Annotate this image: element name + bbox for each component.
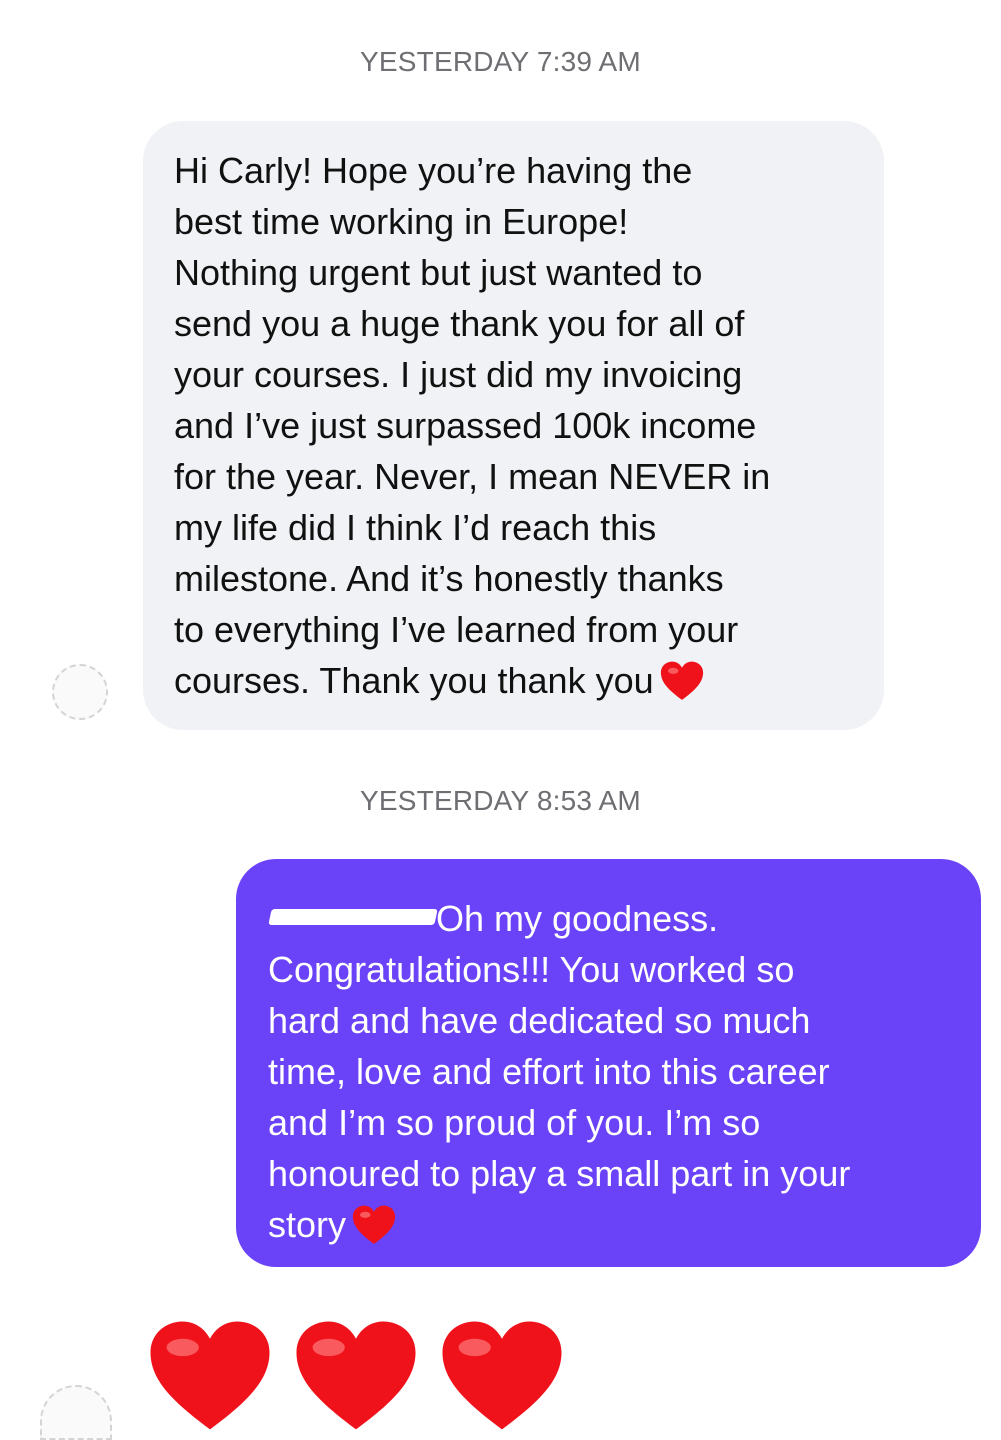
red-heart-icon bbox=[352, 1205, 396, 1244]
message-line: Congratulations!!! You worked so bbox=[268, 949, 795, 990]
message-line: my life did I think I’d reach this bbox=[174, 507, 657, 548]
message-line: story bbox=[268, 1204, 347, 1245]
message-line-first: Oh my goodness. bbox=[268, 893, 957, 944]
message-line: time, love and effort into this career bbox=[268, 1051, 830, 1092]
message-line: Oh my goodness. bbox=[436, 898, 719, 939]
timestamp: YESTERDAY 7:39 AM bbox=[360, 46, 641, 77]
message-line: and I’ve just surpassed 100k income bbox=[174, 405, 757, 446]
red-heart-icon bbox=[296, 1321, 416, 1430]
message-line: best time working in Europe! bbox=[174, 201, 629, 242]
redacted-name bbox=[268, 909, 438, 925]
message-line: Nothing urgent but just wanted to bbox=[174, 252, 703, 293]
message-line-last: courses. Thank you thank you bbox=[174, 655, 854, 706]
message-line-last: story bbox=[268, 1199, 957, 1250]
message-line: courses. Thank you thank you bbox=[174, 660, 654, 701]
message-line: for the year. Never, I mean NEVER in bbox=[174, 456, 771, 497]
message-line: Hi Carly! Hope you’re having the bbox=[174, 150, 693, 191]
message-line: and I’m so proud of you. I’m so bbox=[268, 1102, 761, 1143]
avatar[interactable] bbox=[40, 1385, 112, 1440]
incoming-message-bubble[interactable]: Hi Carly! Hope you’re having the best ti… bbox=[143, 121, 884, 730]
red-heart-icon bbox=[150, 1321, 270, 1430]
red-heart-icon bbox=[660, 661, 703, 700]
heart-reaction-message[interactable] bbox=[148, 1318, 564, 1434]
message-line: send you a huge thank you for all of bbox=[174, 303, 745, 344]
red-heart-icon bbox=[442, 1321, 562, 1430]
message-line: to everything I’ve learned from your bbox=[174, 609, 739, 650]
message-line: milestone. And it’s honestly thanks bbox=[174, 558, 724, 599]
outgoing-message-bubble[interactable]: Oh my goodness. Congratulations!!! You w… bbox=[236, 859, 981, 1267]
timestamp: YESTERDAY 8:53 AM bbox=[360, 785, 641, 816]
message-line: honoured to play a small part in your bbox=[268, 1153, 851, 1194]
message-line: hard and have dedicated so much bbox=[268, 1000, 811, 1041]
message-line: your courses. I just did my invoicing bbox=[174, 354, 743, 395]
avatar[interactable] bbox=[52, 664, 108, 720]
